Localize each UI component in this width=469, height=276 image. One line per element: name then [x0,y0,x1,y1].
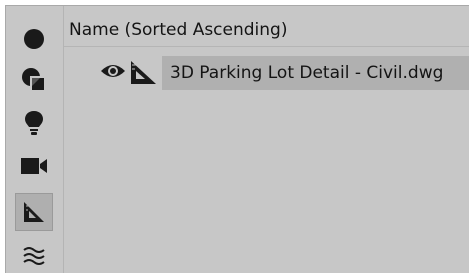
layers-icon [22,68,45,91]
waves-icon [23,247,45,265]
file-panel: Name (Sorted Ascending) 3D Parking Lot D… [5,5,469,273]
tool-button-layers[interactable] [15,61,53,99]
set-square-icon [24,202,44,222]
drawing-icon [131,61,156,84]
file-name-label: 3D Parking Lot Detail - Civil.dwg [170,63,444,83]
video-camera-icon [21,158,47,174]
eye-icon[interactable] [100,61,126,81]
tool-button-drawings[interactable] [15,193,53,231]
tool-button-lights[interactable] [15,104,53,142]
tool-button-cameras[interactable] [15,147,53,185]
lightbulb-icon [25,111,43,135]
list-item[interactable]: 3D Parking Lot Detail - Civil.dwg [64,56,469,90]
column-header-name[interactable]: Name (Sorted Ascending) [64,6,469,47]
tool-button-circle[interactable] [15,20,53,58]
vertical-toolbar [6,6,63,273]
selected-row-highlight[interactable]: 3D Parking Lot Detail - Civil.dwg [162,56,469,90]
column-header-label: Name (Sorted Ascending) [69,20,288,40]
file-list: Name (Sorted Ascending) 3D Parking Lot D… [64,6,469,273]
circle-icon [24,29,44,49]
tool-button-waves[interactable] [15,238,53,276]
